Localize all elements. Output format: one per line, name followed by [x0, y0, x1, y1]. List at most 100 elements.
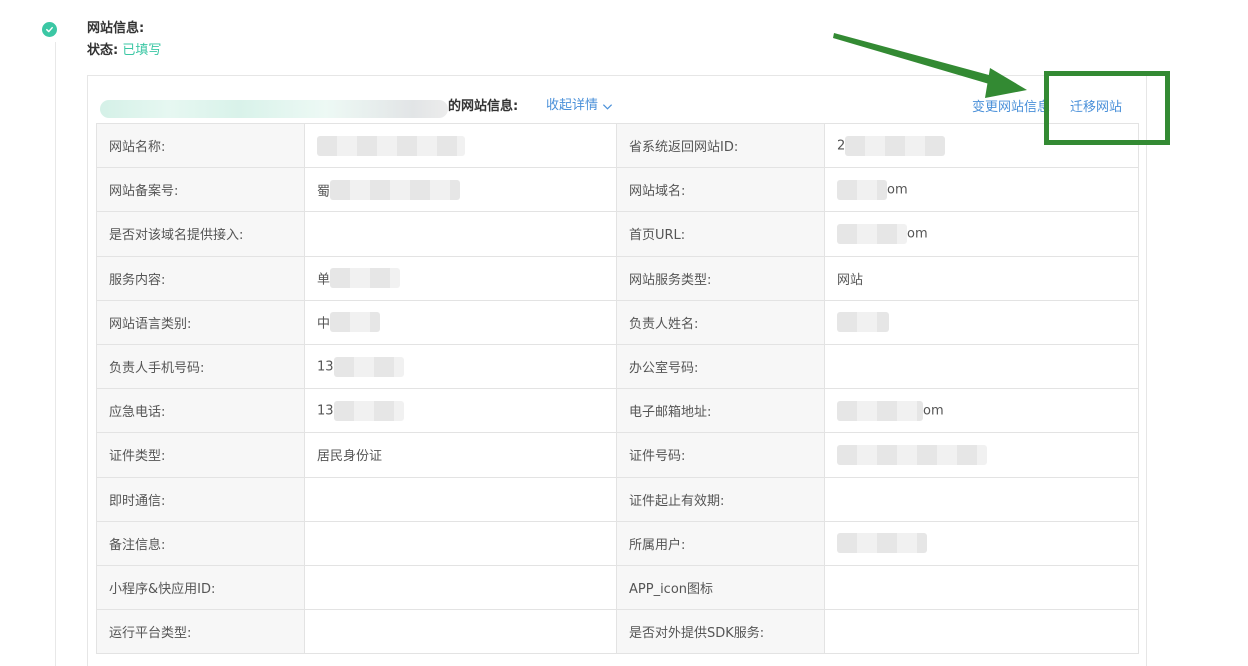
- field-label-text: 办公室号码:: [629, 361, 699, 377]
- table-row: 证件类型: 居民身份证 证件号码:: [96, 432, 1139, 478]
- redacted-value: [837, 400, 923, 421]
- field-label-text: 首页URL:: [629, 228, 686, 244]
- redacted-value: [333, 400, 404, 421]
- field-label-text: 备注信息:: [109, 537, 166, 553]
- field-label: 备注信息:: [96, 520, 305, 566]
- field-value-text: 居民身份证: [317, 449, 383, 465]
- field-value-text: 13: [317, 403, 334, 419]
- site-info-table: 网站名称: 省系统返回网站ID: 2 网站备案号: 蜀网站域名: om 是否对该域名提供接入…: [96, 122, 1139, 655]
- field-label-text: 所属用户:: [629, 537, 686, 553]
- redacted-value: [330, 179, 461, 200]
- field-value-text: om: [907, 226, 928, 242]
- panel-header: 的网站信息: 收起详情 变更网站信息 迁移网站: [88, 76, 1146, 124]
- collapse-details-link[interactable]: 收起详情: [546, 97, 613, 115]
- table-row: 网站语言类别: 中 负责人姓名:: [96, 299, 1139, 345]
- field-label-text: 即时通信:: [109, 493, 166, 509]
- redacted-value: [837, 312, 889, 333]
- field-value: [304, 564, 617, 611]
- field-label-text: 服务内容:: [109, 272, 166, 288]
- field-label-text: 证件起止有效期:: [629, 493, 725, 509]
- table-row: 是否对该域名提供接入: 首页URL: om: [96, 211, 1139, 257]
- field-value: om: [824, 388, 1139, 434]
- redacted-value: [317, 135, 465, 156]
- field-label: 负责人手机号码:: [96, 343, 305, 390]
- redacted-value: [837, 223, 907, 244]
- field-label: 网站域名:: [616, 167, 825, 213]
- field-value: [824, 432, 1139, 478]
- field-value: 中: [304, 299, 617, 345]
- field-label: 即时通信:: [96, 476, 305, 522]
- field-label-text: 是否对该域名提供接入:: [109, 228, 244, 244]
- field-label-text: 小程序&快应用ID:: [109, 581, 216, 597]
- field-label-text: 网站域名:: [629, 184, 686, 200]
- field-label-text: 应急电话:: [109, 405, 166, 421]
- status-label: 状态:: [87, 43, 119, 58]
- table-row: 网站名称: 省系统返回网站ID: 2: [96, 122, 1139, 169]
- field-label: 所属用户:: [616, 520, 825, 566]
- field-label: 服务内容:: [96, 255, 305, 301]
- step-title: 网站信息:: [87, 21, 145, 36]
- redacted-value: [837, 533, 927, 554]
- field-value: om: [824, 167, 1139, 213]
- table-row: 即时通信: 证件起止有效期:: [96, 476, 1139, 522]
- field-value-text: om: [923, 403, 944, 419]
- step-status: 状态: 已填写: [87, 42, 161, 60]
- redacted-value: [837, 179, 887, 200]
- field-value-text: 中: [317, 316, 331, 332]
- site-info-panel: 的网站信息: 收起详情 变更网站信息 迁移网站 网站名称: 省系统返回网站ID: 2…: [87, 75, 1147, 666]
- field-label: 办公室号码:: [616, 343, 825, 390]
- field-label: 应急电话:: [96, 388, 305, 434]
- field-label: APP_icon图标: [616, 564, 825, 611]
- collapse-details-label: 收起详情: [546, 98, 599, 113]
- table-row: 备注信息: 所属用户:: [96, 520, 1139, 566]
- field-value: 13: [304, 343, 617, 390]
- check-icon: [42, 22, 57, 37]
- field-value: 蜀: [304, 167, 617, 213]
- field-label: 证件起止有效期:: [616, 476, 825, 522]
- field-label: 网站名称:: [96, 122, 305, 169]
- field-value: 单: [304, 255, 617, 301]
- field-label: 证件号码:: [616, 432, 825, 478]
- field-value: [304, 211, 617, 257]
- field-label: 证件类型:: [96, 432, 305, 478]
- field-label: 电子邮箱地址:: [616, 388, 825, 434]
- field-value: 居民身份证: [304, 432, 617, 478]
- field-label: 网站备案号:: [96, 167, 305, 213]
- field-value-text: 网站: [837, 272, 864, 288]
- field-label-text: 网站名称:: [109, 140, 166, 156]
- field-value: 2: [824, 122, 1139, 169]
- redacted-value: [333, 356, 404, 377]
- field-label-text: APP_icon图标: [629, 581, 714, 597]
- table-row: 运行平台类型: 是否对外提供SDK服务:: [96, 609, 1139, 655]
- field-value: 网站: [824, 255, 1139, 301]
- field-value-text: 单: [317, 272, 331, 288]
- redacted-value: [845, 135, 946, 156]
- migrate-site-link[interactable]: 迁移网站: [1070, 99, 1122, 117]
- redacted-value: [837, 444, 987, 465]
- chevron-up-icon: [602, 103, 613, 110]
- field-value: [824, 520, 1139, 566]
- change-site-info-link[interactable]: 变更网站信息: [972, 99, 1050, 117]
- redacted-value: [330, 312, 381, 333]
- field-value: [824, 343, 1139, 390]
- field-label-text: 证件类型:: [109, 449, 166, 465]
- field-value: [824, 476, 1139, 522]
- field-value-text: 2: [837, 138, 846, 154]
- field-label-text: 负责人姓名:: [629, 316, 699, 332]
- field-label: 网站语言类别:: [96, 299, 305, 345]
- table-row: 小程序&快应用ID: APP_icon图标: [96, 564, 1139, 611]
- status-badge: 已填写: [122, 43, 162, 58]
- field-value: [304, 520, 617, 566]
- field-value: [824, 564, 1139, 611]
- redacted-site-name: [100, 100, 448, 118]
- table-row: 应急电话: 13 电子邮箱地址: om: [96, 388, 1139, 434]
- field-label: 小程序&快应用ID:: [96, 564, 305, 611]
- table-row: 负责人手机号码: 13 办公室号码:: [96, 343, 1139, 390]
- field-label: 首页URL:: [616, 211, 825, 257]
- field-label: 是否对外提供SDK服务:: [616, 609, 825, 655]
- field-label-text: 负责人手机号码:: [109, 361, 205, 377]
- field-value: [824, 299, 1139, 345]
- field-value-text: om: [887, 182, 908, 198]
- field-value: [304, 122, 617, 169]
- timeline-line: [55, 42, 56, 666]
